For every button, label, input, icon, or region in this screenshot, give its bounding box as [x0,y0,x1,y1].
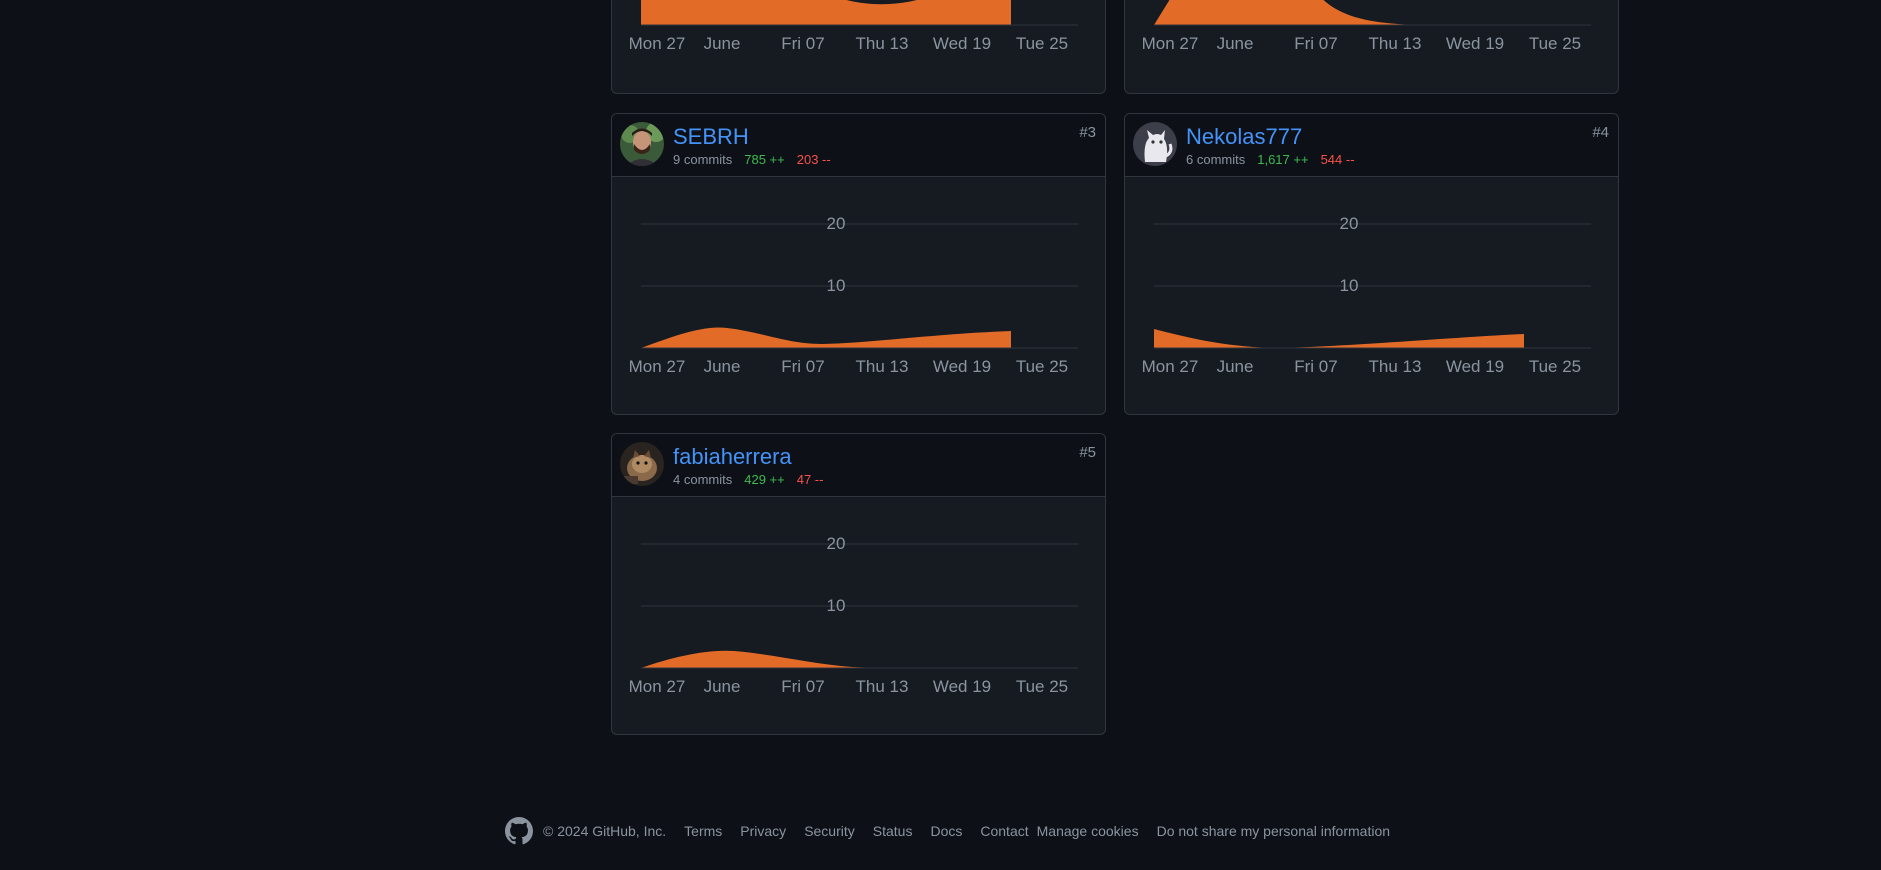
deletions-count: 203 -- [796,152,831,167]
x-axis-ticks-2: Mon 27 June Fri 07 Thu 13 Wed 19 Tue 25 [1142,34,1582,53]
contributor-rank: #3 [1079,124,1096,141]
x-tick: Wed 19 [933,34,991,53]
footer-link-status[interactable]: Status [873,823,913,839]
x-tick: Thu 13 [856,34,909,53]
contributor-stats: 9 commits 785 ++ 203 -- [673,152,831,167]
x-tick: Fri 07 [1294,34,1337,53]
x-tick: Fri 07 [1294,357,1337,376]
x-tick: Thu 13 [1369,357,1422,376]
x-tick: Wed 19 [933,677,991,696]
x-tick: Tue 25 [1016,357,1068,376]
footer-copyright: © 2024 GitHub, Inc. [543,823,667,839]
x-tick: Tue 25 [1529,357,1581,376]
x-tick: Tue 25 [1016,34,1068,53]
x-tick: Thu 13 [1369,34,1422,53]
cat-avatar[interactable] [1133,122,1177,166]
x-tick: June [704,34,741,53]
footer-link-docs[interactable]: Docs [930,823,962,839]
x-tick: Thu 13 [856,357,909,376]
contributor-rank: #5 [1079,444,1096,461]
deletions-count: 544 -- [1320,152,1355,167]
y-tick: 20 [1340,214,1359,233]
contributor-name-link[interactable]: Nekolas777 [1186,124,1302,150]
contributor-name-link[interactable]: SEBRH [673,124,749,150]
x-tick: June [704,357,741,376]
commit-area [641,650,912,668]
y-tick: 10 [1340,276,1359,295]
card-header: Nekolas777 6 commits 1,617 ++ 544 -- #4 [1125,114,1618,177]
deletions-count: 47 -- [796,472,824,487]
contributor-name-link[interactable]: fabiaherrera [673,444,792,470]
commit-area-1 [641,0,1011,25]
y-tick: 10 [827,276,846,295]
y-tick: 20 [827,214,846,233]
commit-area [641,327,1011,348]
x-tick: Tue 25 [1529,34,1581,53]
x-tick: Wed 19 [1446,34,1504,53]
contributor-stats: 4 commits 429 ++ 47 -- [673,472,823,487]
contributor-chart-sebrh: 20 10 Mon 27 June Fri 07 Thu 13 Wed 19 T… [629,214,1078,376]
footer-link-manage-cookies[interactable]: Manage cookies [1037,823,1139,839]
contributor-chart-nekolas777: 20 10 Mon 27 June Fri 07 Thu 13 Wed 19 T… [1142,214,1591,376]
contributor-chart-fabiaherrera: 20 10 Mon 27 June Fri 07 Thu 13 Wed 19 T… [629,534,1078,696]
github-logo-icon[interactable] [505,817,533,845]
commit-count: 4 commits [673,472,733,487]
x-tick: Fri 07 [781,357,824,376]
x-tick: Mon 27 [1142,357,1199,376]
commit-area [1154,329,1524,348]
contributor-card-sebrh: SEBRH 9 commits 785 ++ 203 -- #3 20 10 Mon… [611,113,1106,415]
x-tick: Mon 27 [629,677,686,696]
x-tick: June [1217,34,1254,53]
contributor-card-fabiaherrera: fabiaherrera 4 commits 429 ++ 47 -- #5 20 … [611,433,1106,735]
x-tick: Wed 19 [933,357,991,376]
x-tick: Fri 07 [781,677,824,696]
additions-count: 785 ++ [744,152,785,167]
x-tick: Wed 19 [1446,357,1504,376]
contributor-rank: #4 [1592,124,1609,141]
contributor-stats: 6 commits 1,617 ++ 544 -- [1186,152,1355,167]
x-tick: June [1217,357,1254,376]
x-tick: Thu 13 [856,677,909,696]
card-header: fabiaherrera 4 commits 429 ++ 47 -- #5 [612,434,1105,497]
commit-area-2 [1154,0,1415,25]
additions-count: 429 ++ [744,472,785,487]
x-tick: Mon 27 [629,357,686,376]
x-tick: Tue 25 [1016,677,1068,696]
card-header: SEBRH 9 commits 785 ++ 203 -- #3 [612,114,1105,177]
x-tick: Mon 27 [629,34,686,53]
footer-link-privacy[interactable]: Privacy [740,823,786,839]
photo-avatar[interactable] [620,122,664,166]
contributor-chart-2: Mon 27 June Fri 07 Thu 13 Wed 19 Tue 25 [1142,0,1591,53]
x-tick: Fri 07 [781,34,824,53]
additions-count: 1,617 ++ [1257,152,1309,167]
y-tick: 10 [827,596,846,615]
x-axis-ticks-1: Mon 27 June Fri 07 Thu 13 Wed 19 Tue 25 [629,34,1069,53]
contributor-card-1-partial: Mon 27 June Fri 07 Thu 13 Wed 19 Tue 25 [611,0,1106,94]
footer-link-terms[interactable]: Terms [684,823,722,839]
footer-link-contact[interactable]: Contact [980,823,1028,839]
site-footer: © 2024 GitHub, Inc. Terms Privacy Securi… [505,817,1390,845]
commit-count: 9 commits [673,152,733,167]
contributor-card-2-partial: Mon 27 June Fri 07 Thu 13 Wed 19 Tue 25 [1124,0,1619,94]
x-tick: June [704,677,741,696]
cat-photo-avatar[interactable] [620,442,664,486]
contributor-chart-1: Mon 27 June Fri 07 Thu 13 Wed 19 Tue 25 [629,0,1078,53]
footer-link-security[interactable]: Security [804,823,855,839]
commit-count: 6 commits [1186,152,1246,167]
y-tick: 20 [827,534,846,553]
x-tick: Mon 27 [1142,34,1199,53]
footer-link-do-not-share[interactable]: Do not share my personal information [1157,823,1390,839]
contributor-card-nekolas777: Nekolas777 6 commits 1,617 ++ 544 -- #4 20… [1124,113,1619,415]
